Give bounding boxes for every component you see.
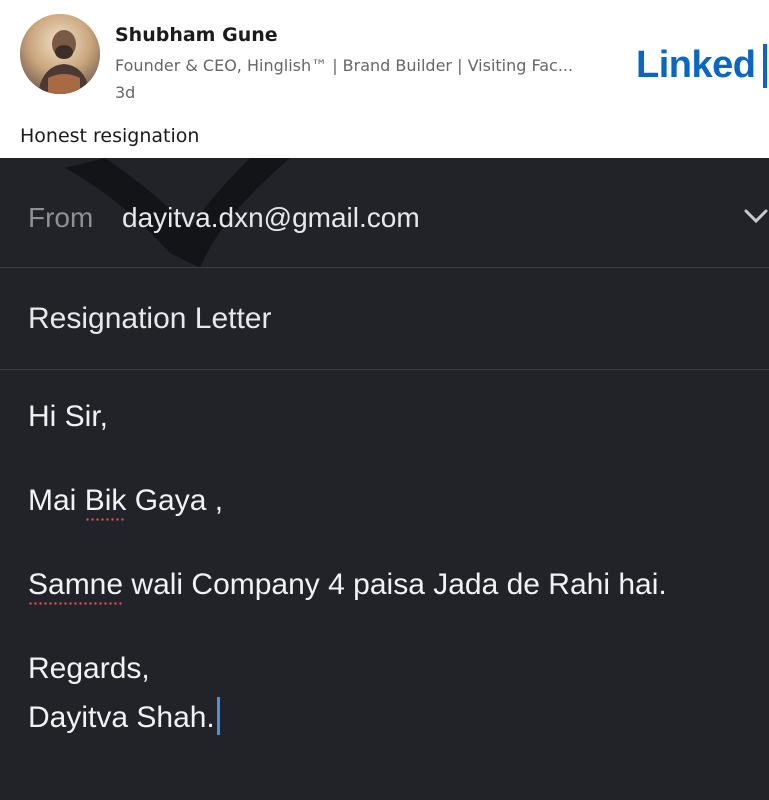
email-body-line[interactable]: Samne wali Company 4 paisa Jada de Rahi … <box>28 568 667 605</box>
misspelled-word[interactable]: Samne <box>28 568 124 605</box>
divider <box>0 369 769 370</box>
linkedin-post-header: Shubham Gune Founder & CEO, Hinglish™ | … <box>0 0 769 158</box>
page: Shubham Gune Founder & CEO, Hinglish™ | … <box>0 0 769 800</box>
text-cursor <box>216 697 220 735</box>
from-address[interactable]: dayitva.dxn@gmail.com <box>122 202 420 234</box>
body-text: Gaya , <box>126 484 224 517</box>
linkedin-logo: Linked <box>636 44 756 86</box>
body-text: Mai <box>28 484 85 517</box>
misspelled-word[interactable]: Bik <box>84 484 126 521</box>
signature: Dayitva Shah. <box>28 701 215 734</box>
from-label: From <box>28 202 94 233</box>
avatar-photo-icon <box>20 14 100 94</box>
author-headline: Founder & CEO, Hinglish™ | Brand Builder… <box>115 56 574 75</box>
avatar[interactable] <box>20 14 100 94</box>
subject-text[interactable]: Resignation Letter <box>28 302 272 336</box>
post-age: 3d <box>115 83 136 102</box>
email-body-line[interactable]: Mai Bik Gaya , <box>28 484 224 521</box>
linkedin-logo-edge <box>763 44 767 88</box>
email-body-greeting[interactable]: Hi Sir, <box>28 400 108 434</box>
email-compose-screenshot: From dayitva.dxn@gmail.com Resignation L… <box>0 158 769 800</box>
chevron-down-icon[interactable] <box>742 206 769 226</box>
post-text: Honest resignation <box>20 125 200 147</box>
from-row[interactable]: From dayitva.dxn@gmail.com <box>0 158 769 268</box>
subject-field[interactable]: Resignation Letter <box>0 268 769 369</box>
author-name[interactable]: Shubham Gune <box>115 24 278 46</box>
email-body-signature-line[interactable]: Dayitva Shah. <box>28 697 220 735</box>
body-text: wali Company 4 paisa Jada de Rahi hai. <box>123 568 667 601</box>
email-body-regards[interactable]: Regards, <box>28 652 150 686</box>
